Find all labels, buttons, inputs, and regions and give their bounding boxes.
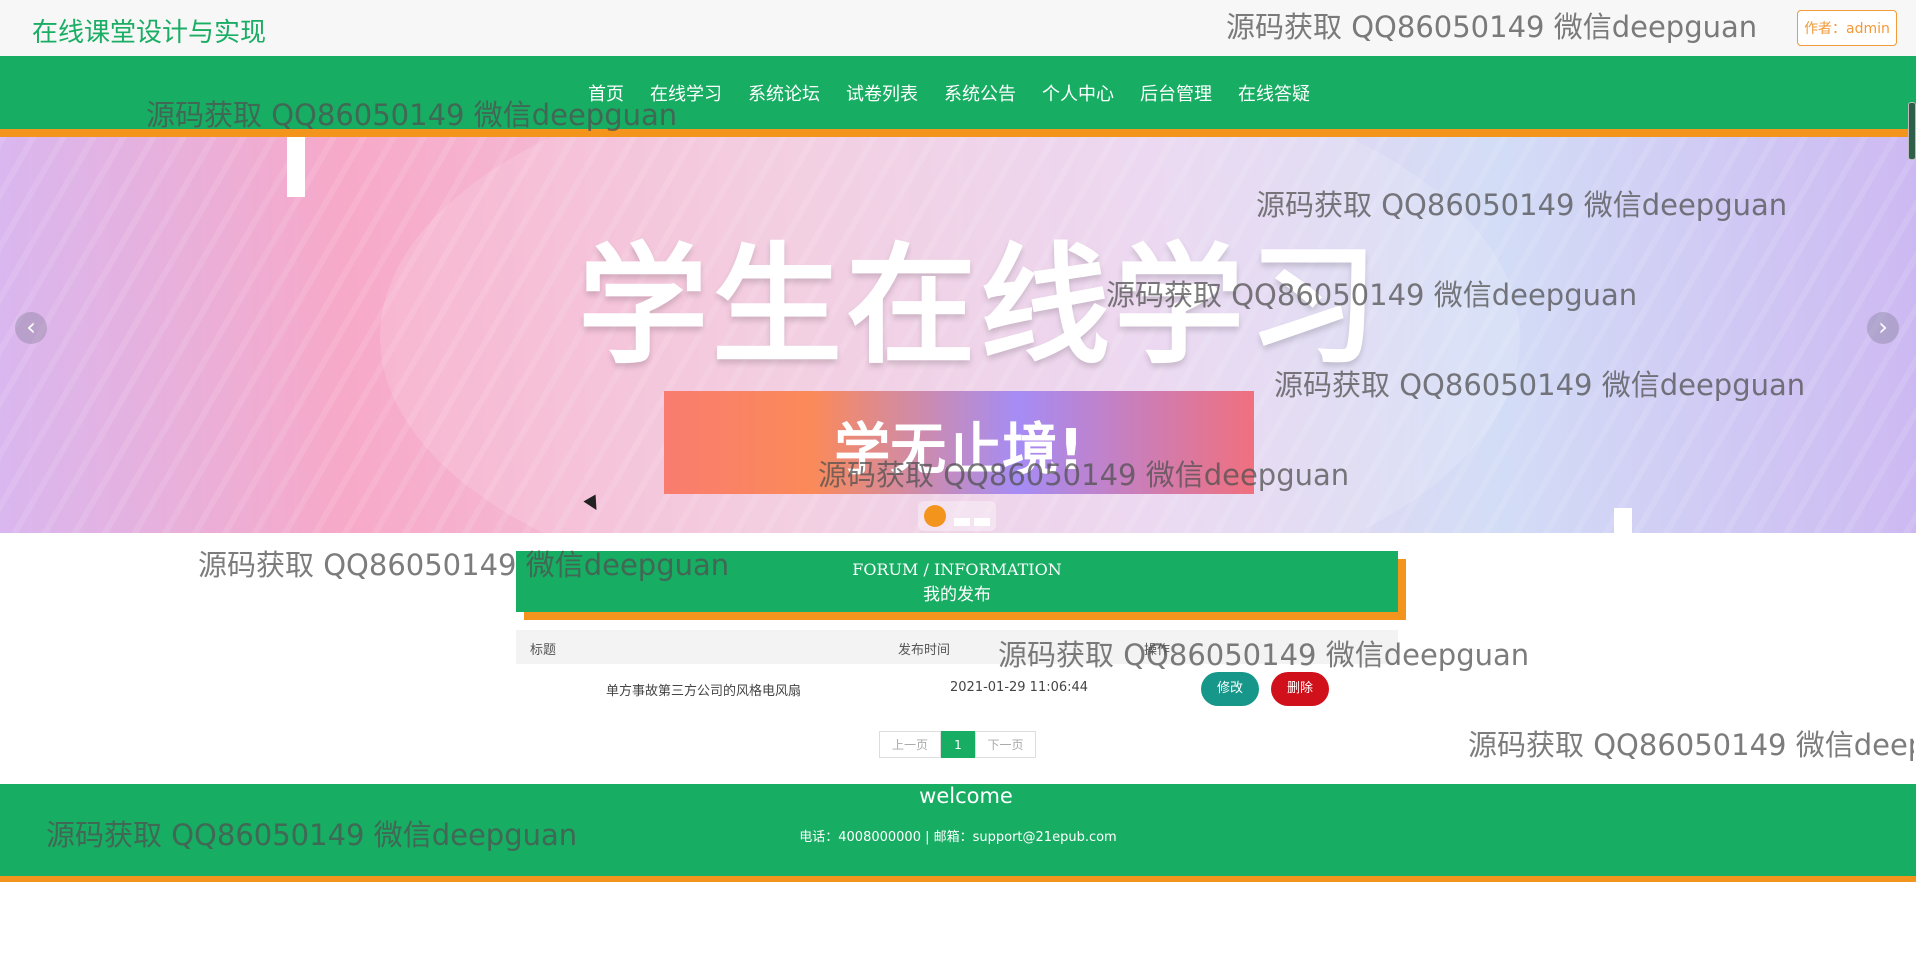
pagination-next[interactable]: 下一页 bbox=[975, 731, 1036, 758]
post-time: 2021-01-29 11:06:44 bbox=[950, 680, 1089, 695]
nav-item-exam-list[interactable]: 试卷列表 bbox=[846, 80, 918, 106]
section-title-zh: 我的发布 bbox=[923, 585, 991, 605]
nav-items: 首页 在线学习 系统论坛 试卷列表 系统公告 个人中心 后台管理 在线答疑 bbox=[575, 56, 1323, 129]
column-header-time: 发布时间 bbox=[898, 643, 951, 658]
pagination-page-1[interactable]: 1 bbox=[941, 731, 975, 758]
banner-carousel: 学生在线学习 学无止境! ‹ › bbox=[0, 137, 1916, 533]
site-title[interactable]: 在线课堂设计与实现 bbox=[32, 12, 266, 49]
column-header-title: 标题 bbox=[530, 643, 557, 658]
edit-button[interactable]: 修改 bbox=[1201, 672, 1259, 706]
banner-subline: 学无止境! bbox=[834, 418, 1084, 483]
carousel-indicators bbox=[918, 501, 996, 531]
nav-item-announcements[interactable]: 系统公告 bbox=[944, 80, 1016, 106]
delete-button[interactable]: 删除 bbox=[1271, 672, 1329, 706]
banner-headline: 学生在线学习 bbox=[577, 230, 1382, 382]
nav-item-forum[interactable]: 系统论坛 bbox=[748, 80, 820, 106]
nav-item-personal-center[interactable]: 个人中心 bbox=[1042, 80, 1114, 106]
banner-subline-box: 学无止境! bbox=[664, 391, 1254, 494]
banner-decoration-bar bbox=[1614, 508, 1632, 533]
scrollbar-thumb[interactable] bbox=[1908, 102, 1916, 160]
table-header: 标题 发布时间 操作 bbox=[516, 630, 1398, 664]
carousel-next-icon[interactable]: › bbox=[1867, 312, 1899, 344]
nav-item-home[interactable]: 首页 bbox=[588, 80, 624, 106]
watermark-text: 源码获取 QQ86050149 微信deepguan bbox=[1468, 728, 1914, 762]
post-title[interactable]: 单方事故第三方公司的风格电风扇 bbox=[606, 680, 801, 699]
pagination: 上一页 1 下一页 bbox=[879, 731, 1036, 758]
banner-decoration-bar bbox=[287, 137, 305, 197]
footer: welcome 电话：4008000000 | 邮箱：support@21epu… bbox=[0, 784, 1916, 882]
section-title-en: FORUM / INFORMATION bbox=[852, 560, 1062, 579]
carousel-indicator-1[interactable] bbox=[924, 505, 946, 527]
carousel-indicator-3[interactable] bbox=[974, 518, 990, 526]
nav-item-qa[interactable]: 在线答疑 bbox=[1238, 80, 1310, 106]
column-header-actions: 操作 bbox=[1144, 643, 1171, 658]
pagination-prev[interactable]: 上一页 bbox=[879, 731, 941, 758]
carousel-indicator-2[interactable] bbox=[954, 518, 970, 526]
table-row: 单方事故第三方公司的风格电风扇 2021-01-29 11:06:44 修改 删… bbox=[516, 664, 1398, 714]
posts-table: 标题 发布时间 操作 单方事故第三方公司的风格电风扇 2021-01-29 11… bbox=[516, 630, 1398, 714]
nav-item-admin[interactable]: 后台管理 bbox=[1140, 80, 1212, 106]
main-nav: 首页 在线学习 系统论坛 试卷列表 系统公告 个人中心 后台管理 在线答疑 bbox=[0, 56, 1916, 137]
footer-title: welcome bbox=[919, 784, 1013, 808]
carousel-prev-icon[interactable]: ‹ bbox=[15, 312, 47, 344]
section-header: FORUM / INFORMATION 我的发布 bbox=[516, 551, 1398, 612]
footer-contact-info: 电话：4008000000 | 邮箱：support@21epub.com bbox=[799, 830, 1117, 845]
nav-item-online-learning[interactable]: 在线学习 bbox=[650, 80, 722, 106]
top-bar: 在线课堂设计与实现 作者：admin bbox=[0, 0, 1916, 57]
author-badge[interactable]: 作者：admin bbox=[1797, 10, 1897, 46]
